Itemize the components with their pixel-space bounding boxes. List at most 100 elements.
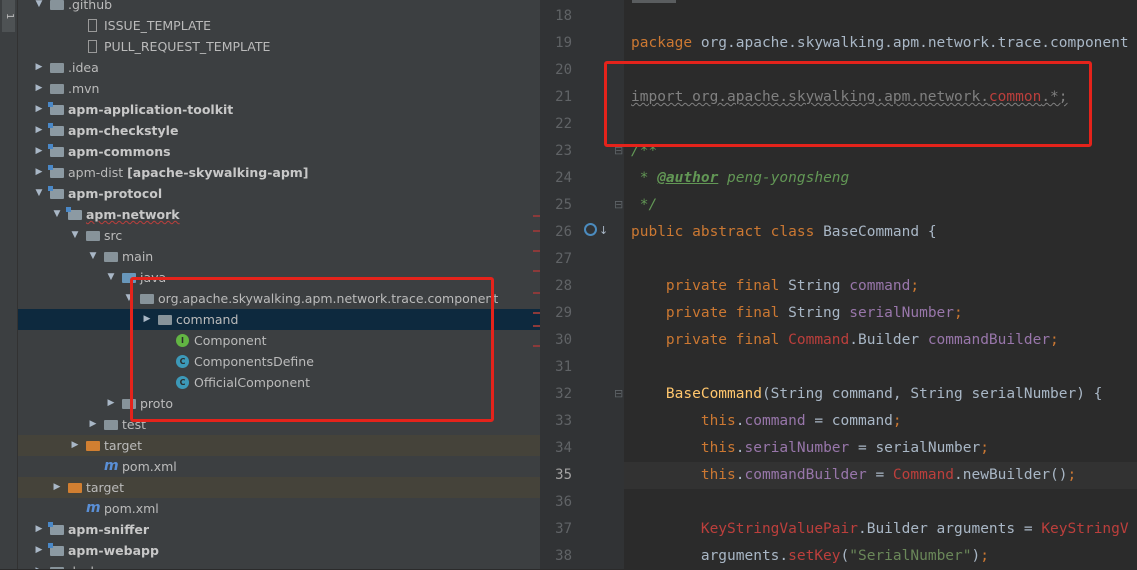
tree-item[interactable]: ISSUE_TEMPLATE bbox=[18, 15, 540, 36]
tree-item-label: .mvn bbox=[68, 81, 100, 96]
file-icon bbox=[88, 19, 97, 32]
code-token: ( bbox=[840, 548, 850, 564]
module-icon bbox=[48, 186, 64, 199]
line-number: 37 bbox=[555, 521, 572, 537]
code-token: command bbox=[849, 278, 911, 294]
tree-item-label: target bbox=[104, 438, 143, 453]
collapse-arrow-icon[interactable]: ▶ bbox=[106, 393, 116, 414]
module-icon bbox=[48, 123, 64, 136]
line-number: 24 bbox=[555, 170, 572, 186]
error-stripe-mark bbox=[533, 230, 540, 232]
collapse-arrow-icon[interactable]: ▶ bbox=[34, 141, 44, 162]
tree-item[interactable]: ▼ apm-network bbox=[18, 204, 540, 225]
tree-item[interactable]: m pom.xml bbox=[18, 498, 540, 519]
tree-item[interactable]: ▼ apm-protocol bbox=[18, 183, 540, 204]
tree-item[interactable]: ▼ main bbox=[18, 246, 540, 267]
code-token: = command bbox=[805, 413, 893, 429]
code-line[interactable]: * @author peng-yongsheng bbox=[631, 165, 850, 192]
tree-item[interactable]: ▶ target bbox=[18, 477, 540, 498]
collapse-arrow-icon[interactable]: ▶ bbox=[34, 162, 44, 183]
fold-end-icon[interactable]: ⊟ bbox=[614, 198, 623, 211]
code-token: public abstract class bbox=[631, 224, 824, 240]
line-number: 19 bbox=[555, 35, 572, 51]
collapse-arrow-icon[interactable]: ▶ bbox=[88, 414, 98, 435]
tree-item[interactable]: ▼ src bbox=[18, 225, 540, 246]
code-token: KeyStringV bbox=[1041, 521, 1129, 537]
code-line[interactable]: private final String command; bbox=[631, 273, 919, 300]
tree-item[interactable]: ▶ .mvn bbox=[18, 78, 540, 99]
line-number: 35 bbox=[555, 467, 572, 483]
tree-item-label: apm-commons bbox=[68, 144, 171, 159]
code-line[interactable]: package org.apache.skywalking.apm.networ… bbox=[631, 30, 1129, 57]
line-number: 31 bbox=[555, 359, 572, 375]
code-token: BaseCommand bbox=[665, 386, 762, 402]
tree-item[interactable]: ▶ apm-commons bbox=[18, 141, 540, 162]
code-line[interactable]: */ bbox=[631, 192, 657, 219]
tree-item[interactable]: ▶ apm-sniffer bbox=[18, 519, 540, 540]
tree-item-label: docker bbox=[68, 561, 110, 569]
code-token: private final bbox=[631, 332, 789, 348]
code-line[interactable]: private final String serialNumber; bbox=[631, 300, 963, 327]
code-token: package bbox=[631, 35, 701, 51]
editor-top-marker bbox=[632, 0, 676, 3]
collapse-arrow-icon[interactable]: ▶ bbox=[34, 519, 44, 540]
code-token: "SerialNumber" bbox=[849, 548, 972, 564]
tree-item[interactable]: ▶ apm-dist [apache-skywalking-apm] bbox=[18, 162, 540, 183]
collapse-arrow-icon[interactable]: ▶ bbox=[34, 99, 44, 120]
tree-item[interactable]: m pom.xml bbox=[18, 456, 540, 477]
code-line[interactable]: this.serialNumber = serialNumber; bbox=[631, 435, 989, 462]
tree-item[interactable]: ▶ apm-webapp bbox=[18, 540, 540, 561]
code-token: BaseCommand { bbox=[823, 224, 937, 240]
line-number: 38 bbox=[555, 548, 572, 564]
code-line[interactable]: this.command = command; bbox=[631, 408, 902, 435]
collapse-arrow-icon[interactable]: ▶ bbox=[34, 78, 44, 99]
tree-item[interactable]: ▶ .idea bbox=[18, 57, 540, 78]
code-token: ; bbox=[980, 548, 989, 564]
line-number: 25 bbox=[555, 197, 572, 213]
module-icon bbox=[66, 207, 82, 220]
expand-arrow-icon[interactable]: ▼ bbox=[106, 267, 116, 288]
code-line[interactable]: arguments.setKey("SerialNumber"); bbox=[631, 543, 989, 569]
code-line[interactable]: public abstract class BaseCommand { bbox=[631, 219, 937, 246]
code-token: .Builder bbox=[849, 332, 928, 348]
code-token: = serialNumber bbox=[849, 440, 981, 456]
line-number: 22 bbox=[555, 116, 572, 132]
fold-icon[interactable]: ⊟ bbox=[614, 387, 623, 400]
code-token: */ bbox=[631, 197, 658, 213]
code-line[interactable]: KeyStringValuePair.Builder arguments = K… bbox=[631, 516, 1129, 543]
tree-item[interactable]: ▶ apm-application-toolkit bbox=[18, 99, 540, 120]
collapse-arrow-icon[interactable]: ▶ bbox=[34, 540, 44, 561]
expand-arrow-icon[interactable]: ▼ bbox=[70, 225, 80, 246]
collapse-arrow-icon[interactable]: ▶ bbox=[34, 57, 44, 78]
code-line[interactable]: private final Command.Builder commandBui… bbox=[631, 327, 1059, 354]
expand-arrow-icon[interactable]: ▼ bbox=[52, 204, 62, 225]
code-line[interactable]: this.commandBuilder = Command.newBuilder… bbox=[631, 462, 1076, 489]
collapse-arrow-icon[interactable]: ▶ bbox=[34, 120, 44, 141]
excluded-folder-icon bbox=[86, 441, 100, 451]
error-stripe-mark bbox=[533, 215, 540, 217]
expand-arrow-icon[interactable]: ▼ bbox=[88, 246, 98, 267]
tree-item[interactable]: ▶ target bbox=[18, 435, 540, 456]
tree-item-label: pom.xml bbox=[104, 501, 159, 516]
highlight-box-import bbox=[604, 61, 1092, 147]
tree-item[interactable]: ▼ .github bbox=[18, 0, 540, 15]
code-token: org.apache.skywalking.apm.network.trace.… bbox=[700, 35, 1129, 51]
collapse-arrow-icon[interactable]: ▶ bbox=[52, 477, 62, 498]
tree-item[interactable]: ▶ apm-checkstyle bbox=[18, 120, 540, 141]
code-token: this bbox=[631, 467, 736, 483]
collapse-arrow-icon[interactable]: ▶ bbox=[70, 435, 80, 456]
tree-item[interactable]: ▶ docker bbox=[18, 561, 540, 569]
code-token: (String command, String serialNumber) { bbox=[761, 386, 1103, 402]
line-number: 29 bbox=[555, 305, 572, 321]
code-line[interactable]: BaseCommand(String command, String seria… bbox=[631, 381, 1103, 408]
project-tool-tab[interactable]: 1 bbox=[2, 0, 15, 32]
error-stripe-mark bbox=[533, 345, 540, 347]
expand-arrow-icon[interactable]: ▼ bbox=[34, 183, 44, 204]
code-token: serialNumber bbox=[744, 440, 850, 456]
expand-arrow-icon[interactable]: ▼ bbox=[34, 0, 44, 15]
tree-item[interactable]: PULL_REQUEST_TEMPLATE bbox=[18, 36, 540, 57]
collapse-arrow-icon[interactable]: ▶ bbox=[34, 561, 44, 569]
line-number: 23 bbox=[555, 143, 572, 159]
error-stripe-mark bbox=[533, 312, 540, 314]
implemented-marker-icon[interactable] bbox=[584, 223, 597, 236]
